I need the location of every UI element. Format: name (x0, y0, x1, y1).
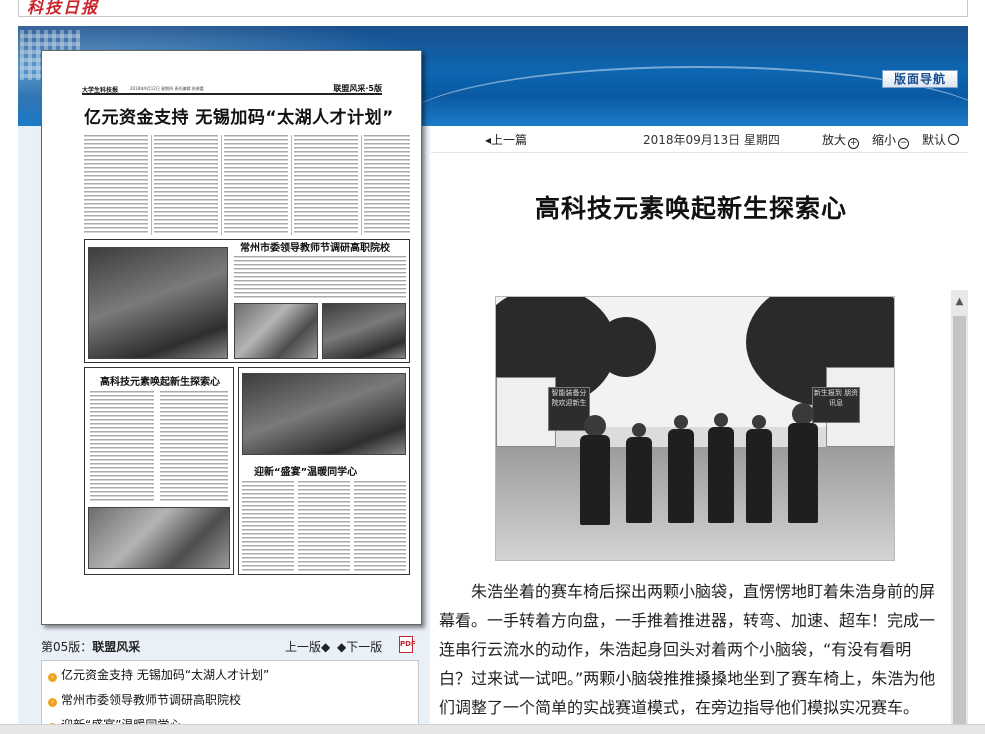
photo-person-head (632, 423, 646, 437)
zoom-in-button[interactable]: 放大 + (822, 131, 860, 149)
newspaper-header-right: 联盟风采·5版 (333, 84, 382, 93)
photo-mascot-head (584, 415, 606, 437)
newspaper-photo (234, 303, 318, 359)
newspaper-subheadline[interactable]: 常州市委领导教师节调研高职院校 (240, 239, 390, 254)
article-list: ›亿元资金支持 无锡加码“太湖人才计划” ›常州市委领导教师节调研高职院校 ›迎… (41, 660, 419, 734)
newspaper-text-block (354, 481, 406, 571)
zoom-reset-button[interactable]: 默认 (922, 131, 960, 148)
photo-person-head (714, 413, 728, 427)
epaper-window: { "masthead": { "logo": "科技日报" }, "banne… (0, 0, 985, 734)
scrollbar-thumb[interactable] (953, 316, 966, 734)
circle-icon (948, 134, 960, 145)
newspaper-logo: 科技日报 (27, 0, 100, 17)
newspaper-text-block (294, 135, 358, 235)
newspaper-header-date: 2018年9月12日 星期四 责任编辑:张晓蕾 (130, 86, 204, 91)
plus-icon: + (848, 138, 860, 149)
zoom-out-button[interactable]: 缩小 − (872, 131, 910, 149)
newspaper-text-block (298, 481, 350, 571)
newspaper-text-block (154, 135, 218, 235)
article-body: 朱浩坐着的赛车椅后探出两颗小脑袋，直愣愣地盯着朱浩身前的屏幕看。一手转着方向盘，… (439, 582, 936, 717)
zoom-out-label: 缩小 (872, 133, 897, 147)
page-navigation-button[interactable]: 版面导航 (882, 70, 958, 88)
photo-person-head (752, 415, 766, 429)
photo-tent (496, 377, 556, 447)
photo-tree (596, 317, 656, 377)
photo-mascot (788, 423, 818, 523)
newspaper-text-block (242, 481, 294, 571)
prev-article-label: 上一篇 (491, 133, 528, 147)
arrow-right-icon: ◆ (337, 640, 347, 654)
bullet-icon: › (48, 673, 57, 682)
zoom-reset-label: 默认 (922, 133, 947, 147)
article-photo: 智能装备分院欢迎新生 新生报到 朋资讯息 (495, 296, 895, 561)
prev-page-link[interactable]: 上一版◆ (285, 638, 330, 655)
next-page-label: 下一版 (346, 640, 383, 654)
next-page-link[interactable]: ◆下一版 (337, 638, 382, 655)
newspaper-photo (88, 507, 230, 569)
photo-sign-right: 新生报到 朋资讯息 (812, 387, 860, 423)
newspaper-subheadline[interactable]: 高科技元素唤起新生探索心 (100, 373, 220, 388)
minus-icon: − (898, 138, 910, 149)
newspaper-text-block (84, 135, 148, 235)
newspaper-text-block (90, 391, 154, 503)
window-bottom-edge (0, 724, 985, 734)
prev-page-label: 上一版 (285, 640, 322, 654)
newspaper-text-block (364, 135, 410, 235)
newspaper-photo (322, 303, 406, 359)
newspaper-text-block (160, 391, 228, 503)
bullet-icon: › (48, 698, 57, 707)
page-info-row: 第05版：联盟风采 上一版◆ ◆下一版 PDF (41, 636, 422, 655)
newspaper-column-divider (151, 135, 152, 235)
newspaper-column-divider (291, 135, 292, 235)
article-list-item-label: 亿元资金支持 无锡加码“太湖人才计划” (61, 668, 270, 682)
photo-person (746, 429, 772, 523)
issue-date: 2018年09月13日 星期四 (643, 133, 780, 147)
newspaper-column-divider (361, 135, 362, 235)
newspaper-page-image[interactable]: 大学生科技报 2018年9月12日 星期四 责任编辑:张晓蕾 联盟风采·5版 亿… (41, 50, 422, 625)
article-list-item-label: 常州市委领导教师节调研高职院校 (61, 693, 242, 707)
newspaper-subheadline[interactable]: 迎新“盛宴”温暖同学心 (254, 463, 357, 478)
photo-person-head (674, 415, 688, 429)
photo-person (668, 429, 694, 523)
page-name: 联盟风采 (92, 640, 141, 654)
newspaper-photo (242, 373, 406, 455)
newspaper-header: 大学生科技报 2018年9月12日 星期四 责任编辑:张晓蕾 联盟风采·5版 (82, 83, 382, 95)
pdf-icon[interactable]: PDF (399, 636, 416, 653)
page-number: 第05版：联盟风采 (41, 638, 140, 655)
photo-ground (496, 447, 894, 560)
newspaper-text-block (224, 135, 288, 235)
article-title: 高科技元素唤起新生探索心 (534, 194, 847, 223)
article-list-item[interactable]: › 常州市委领导教师节调研高职院校 (48, 691, 241, 709)
newspaper-photo (88, 247, 228, 359)
newspaper-column-divider (221, 135, 222, 235)
scroll-up-arrow-icon[interactable]: ▲ (951, 290, 968, 314)
photo-mascot-head (792, 403, 814, 425)
photo-person (708, 427, 734, 523)
article-list-item[interactable]: › 亿元资金支持 无锡加码“太湖人才计划” (48, 666, 269, 684)
article-scrollbar[interactable]: ▲ (951, 290, 968, 734)
masthead-bar: 科技日报 (18, 0, 968, 17)
prev-article-link[interactable]: ◂上一篇 (485, 131, 527, 148)
newspaper-header-left: 大学生科技报 (82, 87, 119, 94)
photo-mascot (580, 435, 610, 525)
zoom-in-label: 放大 (822, 133, 847, 147)
arrow-left-icon: ◆ (321, 640, 331, 654)
article-content: 高科技元素唤起新生探索心 智能装备分院欢迎新生 新生报到 朋资讯息 朱浩坐着的赛… (431, 153, 951, 734)
photo-person (626, 437, 652, 523)
newspaper-headline[interactable]: 亿元资金支持 无锡加码“太湖人才计划” (84, 103, 393, 128)
newspaper-text-block (234, 256, 406, 298)
page-number-label: 第05版： (41, 640, 93, 654)
article-toolbar: ◂上一篇 2018年09月13日 星期四 放大 + 缩小 − 默认 (431, 126, 968, 153)
